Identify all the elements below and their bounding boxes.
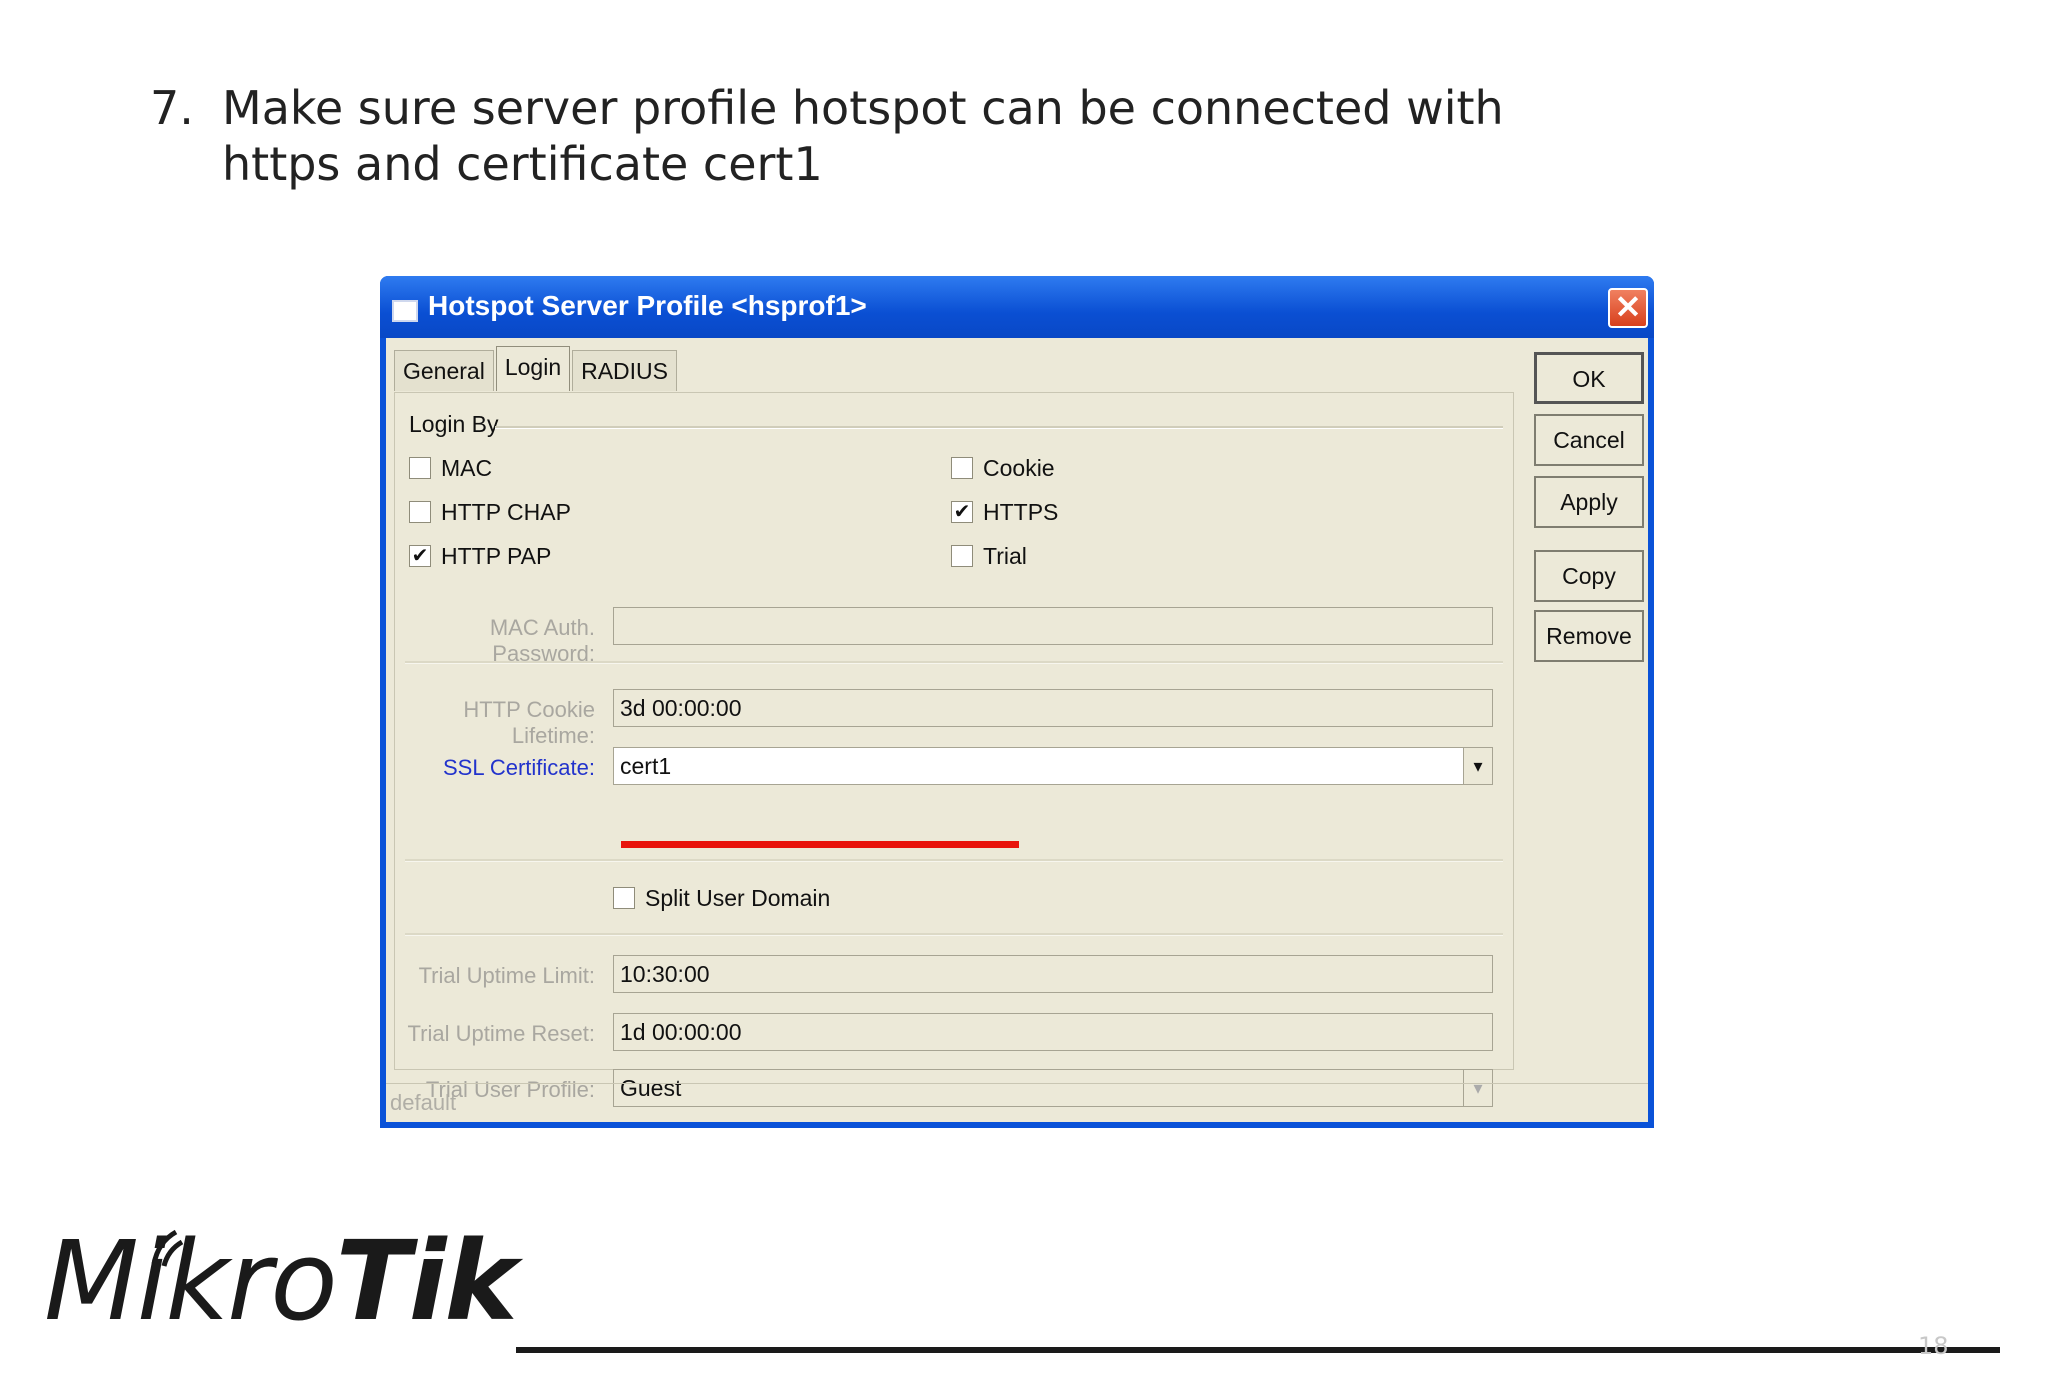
checkbox-trial[interactable]: Trial <box>951 541 1027 571</box>
window-client-area: General Login RADIUS Login By MAC HTTP C… <box>386 338 1648 1122</box>
checkbox-mac[interactable]: MAC <box>409 453 492 483</box>
mac-auth-password-field[interactable] <box>613 607 1493 645</box>
checkbox-cookie-box[interactable] <box>951 457 973 479</box>
mikrotik-logo: MikroTik <box>44 1226 518 1336</box>
checkbox-http-pap[interactable]: ✔ HTTP PAP <box>409 541 551 571</box>
checkbox-http-chap-label: HTTP CHAP <box>441 498 571 525</box>
title-line-2: https and certificate cert1 <box>222 137 823 191</box>
checkbox-https-label: HTTPS <box>983 498 1059 525</box>
window-icon <box>392 300 418 322</box>
copy-button[interactable]: Copy <box>1534 550 1644 602</box>
checkbox-https[interactable]: ✔ HTTPS <box>951 497 1058 527</box>
checkbox-split-user-domain-label: Split User Domain <box>645 884 831 911</box>
checkbox-http-pap-label: HTTP PAP <box>441 542 552 569</box>
step-number: 7. <box>150 81 194 135</box>
checkbox-https-box[interactable]: ✔ <box>951 501 973 523</box>
group-divider <box>495 426 1503 429</box>
page-number: 18 <box>1918 1332 1949 1360</box>
checkbox-http-pap-box[interactable]: ✔ <box>409 545 431 567</box>
slide-title: 7. Make sure server profile hotspot can b… <box>150 80 1504 192</box>
ssl-certificate-dropdown-icon[interactable]: ▾ <box>1463 748 1492 784</box>
checkbox-http-chap[interactable]: HTTP CHAP <box>409 497 571 527</box>
trial-uptime-limit-label: Trial Uptime Limit: <box>418 963 595 988</box>
checkbox-cookie[interactable]: Cookie <box>951 453 1055 483</box>
window-title: Hotspot Server Profile <hsprof1> <box>428 290 867 321</box>
http-cookie-lifetime-label: HTTP Cookie Lifetime: <box>463 697 595 748</box>
apply-button[interactable]: Apply <box>1534 476 1644 528</box>
checkbox-split-user-domain[interactable]: Split User Domain <box>613 883 830 913</box>
hotspot-server-profile-window: Hotspot Server Profile <hsprof1> ✕ Gener… <box>380 276 1654 1128</box>
checkbox-cookie-label: Cookie <box>983 454 1055 481</box>
trial-uptime-reset-label: Trial Uptime Reset: <box>407 1021 595 1046</box>
logo-text-bold: Tik <box>335 1217 518 1345</box>
section-separator <box>405 933 1503 936</box>
checkbox-mac-label: MAC <box>441 454 493 481</box>
login-tab-panel: Login By MAC HTTP CHAP ✔ HTTP PAP Cookie… <box>394 392 1514 1107</box>
remove-button[interactable]: Remove <box>1534 610 1644 662</box>
ssl-certificate-label: SSL Certificate: <box>442 755 595 780</box>
close-button[interactable]: ✕ <box>1608 288 1648 328</box>
checkbox-split-user-domain-box[interactable] <box>613 887 635 909</box>
tab-login[interactable]: Login <box>495 346 571 391</box>
checkbox-http-chap-box[interactable] <box>409 501 431 523</box>
ssl-certificate-value: cert1 <box>620 753 672 779</box>
section-separator <box>405 661 1503 664</box>
trial-uptime-limit-field[interactable]: 10:30:00 <box>613 955 1493 993</box>
status-bar: default <box>386 1083 1648 1122</box>
http-cookie-lifetime-field[interactable]: 3d 00:00:00 <box>613 689 1493 727</box>
logo-text-light: Mikro <box>44 1217 338 1345</box>
footer-rule <box>516 1347 2000 1353</box>
login-by-group-label: Login By <box>409 411 499 437</box>
ok-button[interactable]: OK <box>1534 352 1644 404</box>
title-line-1: Make sure server profile hotspot can be … <box>222 81 1504 135</box>
checkbox-mac-box[interactable] <box>409 457 431 479</box>
tab-strip: General Login RADIUS <box>394 346 679 392</box>
cancel-button[interactable]: Cancel <box>1534 414 1644 466</box>
mac-auth-password-label: MAC Auth. Password: <box>489 615 595 666</box>
section-separator <box>405 859 1503 862</box>
tab-radius[interactable]: RADIUS <box>572 350 678 391</box>
trial-uptime-reset-field[interactable]: 1d 00:00:00 <box>613 1013 1493 1051</box>
tab-general[interactable]: General <box>394 350 494 391</box>
window-titlebar[interactable]: Hotspot Server Profile <hsprof1> ✕ <box>380 276 1654 338</box>
checkbox-trial-box[interactable] <box>951 545 973 567</box>
checkbox-trial-label: Trial <box>983 542 1027 569</box>
highlight-underline <box>621 841 1019 848</box>
ssl-certificate-select[interactable]: cert1 ▾ <box>613 747 1493 785</box>
